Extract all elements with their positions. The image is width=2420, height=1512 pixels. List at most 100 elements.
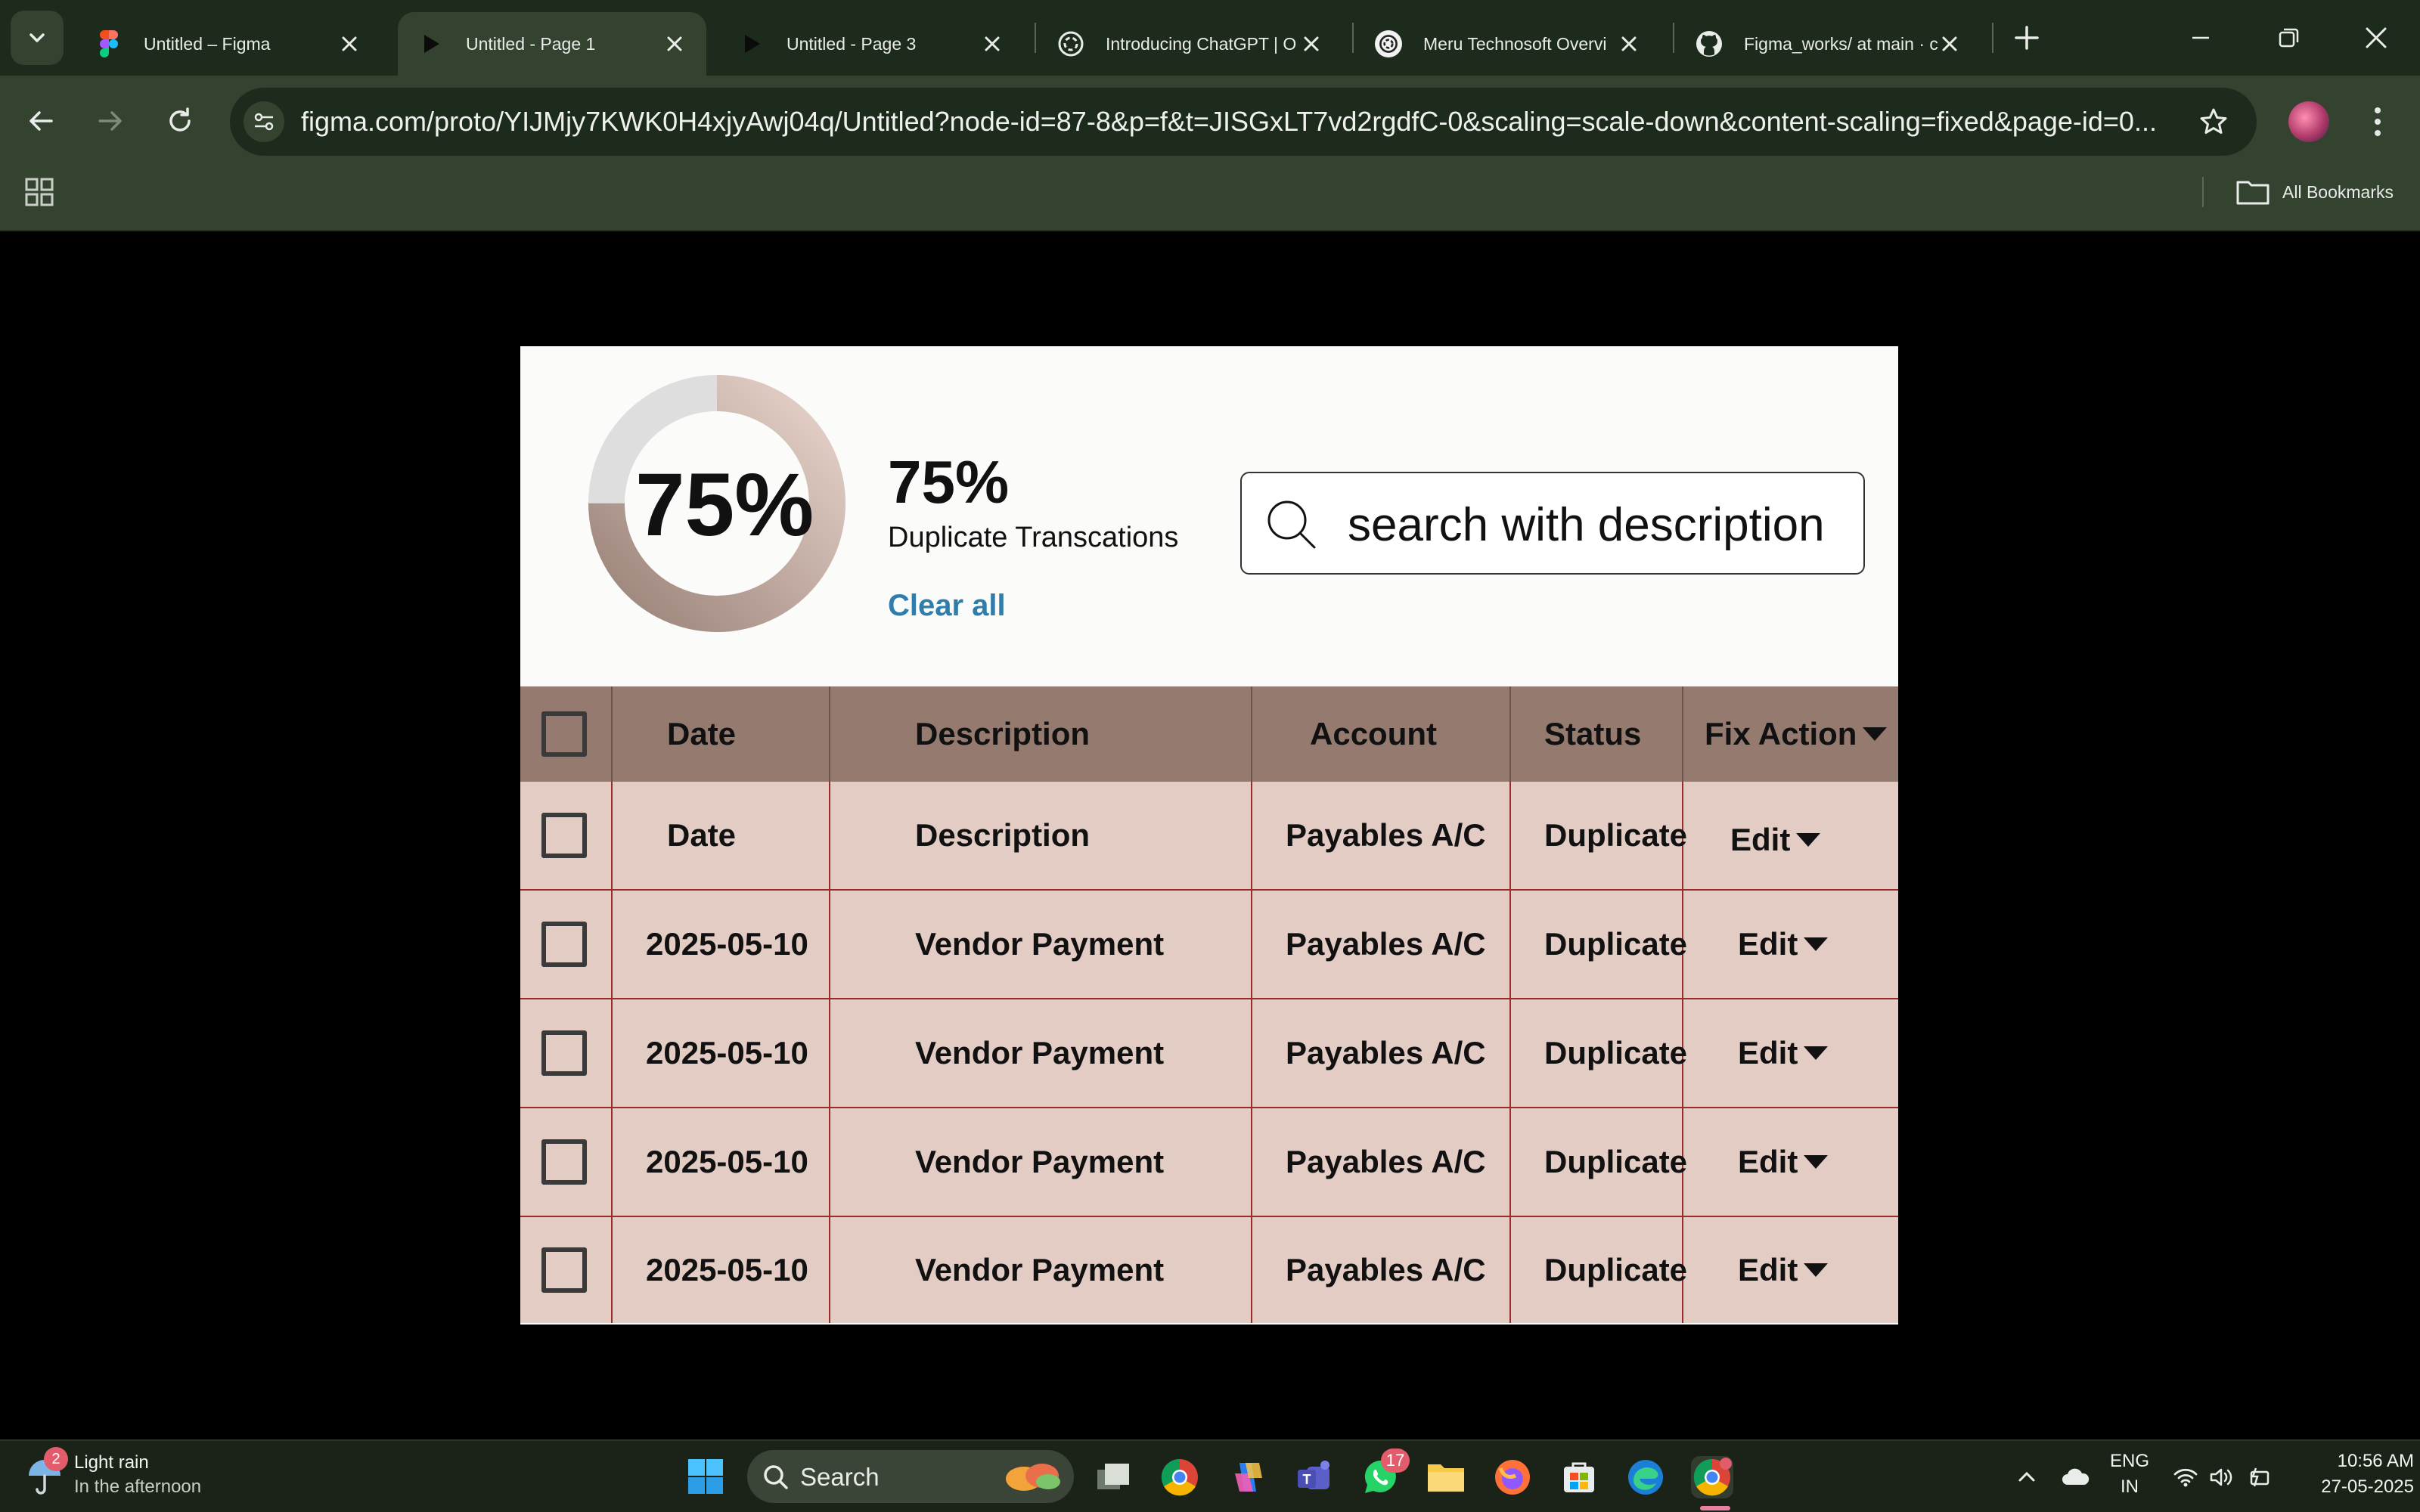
browser-menu-button[interactable] [2363, 101, 2393, 142]
cell-date: 2025-05-10 [613, 891, 830, 998]
site-info-button[interactable] [244, 101, 284, 142]
table-row: 2025-05-10 Vendor Payment Payables A/C Dupl… [520, 1217, 1898, 1323]
cell-description: Vendor Payment [830, 999, 1252, 1107]
chevron-up-icon [2018, 1471, 2035, 1482]
cell-account: Payables A/C [1252, 782, 1511, 889]
description-search[interactable] [1240, 472, 1865, 575]
tab-github[interactable]: Figma_works/ at main · c [1676, 12, 1981, 76]
tune-icon [254, 113, 274, 131]
close-icon[interactable] [1302, 35, 1320, 53]
reload-button[interactable] [159, 100, 201, 142]
close-icon[interactable] [1941, 35, 1959, 53]
clock-date[interactable]: 27-05-2025 [2285, 1476, 2414, 1498]
edit-dropdown[interactable]: Edit [1683, 782, 1898, 889]
taskbar-search[interactable]: Search [747, 1450, 1074, 1503]
row-checkbox[interactable] [541, 813, 587, 858]
table-row: 2025-05-10 Vendor Payment Payables A/C Dupl… [520, 891, 1898, 999]
row-checkbox[interactable] [541, 1139, 587, 1185]
row-checkbox[interactable] [541, 1247, 587, 1293]
task-view-icon [1097, 1464, 1129, 1489]
onedrive-tray[interactable] [2057, 1462, 2093, 1492]
weather-title[interactable]: Light rain [74, 1452, 149, 1474]
cell-status: Duplicate [1511, 999, 1687, 1107]
cell-status: Duplicate [1511, 891, 1687, 998]
taskbar-store[interactable] [1558, 1456, 1600, 1498]
cell-status: Duplicate [1511, 782, 1687, 889]
taskbar-file-explorer[interactable] [1425, 1456, 1467, 1498]
cell-account: Payables A/C [1252, 891, 1511, 998]
tab-page-3[interactable]: Untitled - Page 3 [718, 12, 1024, 76]
clear-all-link[interactable]: Clear all [888, 587, 1006, 624]
taskbar-chrome-active[interactable] [1691, 1456, 1733, 1498]
show-hidden-icons[interactable] [2012, 1462, 2042, 1492]
close-icon[interactable] [1620, 35, 1638, 53]
close-window-button[interactable] [2358, 20, 2394, 56]
taskbar-edge[interactable] [1624, 1456, 1667, 1498]
windows-start-icon[interactable] [687, 1458, 724, 1495]
close-icon[interactable] [340, 35, 358, 53]
new-tab-icon[interactable] [2012, 23, 2042, 53]
language-bottom[interactable]: IN [2107, 1476, 2152, 1498]
search-input[interactable] [1348, 488, 1863, 561]
bookmark-star-button[interactable] [2193, 101, 2234, 142]
clock-time[interactable]: 10:56 AM [2285, 1450, 2414, 1473]
cell-status: Duplicate [1511, 1108, 1687, 1216]
tab-figma[interactable]: Untitled – Figma [76, 12, 381, 76]
play-icon [738, 30, 765, 57]
edit-label: Edit [1738, 1144, 1798, 1179]
url-text[interactable]: figma.com/proto/YIJMjy7KWK0H4xjyAwj04q/U… [301, 104, 2169, 139]
cell-account: Payables A/C [1252, 1217, 1511, 1323]
row-checkbox-cell [520, 999, 613, 1107]
tab-search-button[interactable] [11, 11, 64, 65]
back-button[interactable] [20, 100, 62, 142]
tab-page-1[interactable]: Untitled - Page 1 [398, 12, 706, 76]
header-checkbox-cell [520, 686, 613, 782]
header-account[interactable]: Account [1252, 686, 1511, 782]
cell-description: Vendor Payment [830, 891, 1252, 998]
edit-dropdown[interactable]: Edit [1683, 999, 1898, 1107]
weather-subtitle[interactable]: In the afternoon [74, 1476, 201, 1498]
row-checkbox-cell [520, 1108, 613, 1216]
wifi-tray[interactable] [2170, 1462, 2201, 1492]
taskbar-firefox[interactable] [1491, 1456, 1534, 1498]
select-all-checkbox[interactable] [541, 711, 587, 757]
forward-button[interactable] [89, 100, 132, 142]
all-bookmarks-link[interactable]: All Bookmarks [2282, 180, 2394, 204]
header-description[interactable]: Description [830, 686, 1252, 782]
weather-badge: 2 [44, 1447, 68, 1471]
header-status[interactable]: Status [1511, 686, 1683, 782]
header-fix-action[interactable]: Fix Action [1683, 686, 1898, 782]
task-view-button[interactable] [1092, 1456, 1134, 1498]
restore-button[interactable] [2270, 20, 2307, 56]
edit-dropdown[interactable]: Edit [1683, 1108, 1898, 1216]
tab-meru[interactable]: Meru Technosoft Overvi [1355, 12, 1661, 76]
edit-label: Edit [1738, 1035, 1798, 1070]
minimize-button[interactable] [2183, 20, 2219, 56]
caret-down-icon [1796, 833, 1821, 847]
battery-tray[interactable] [2243, 1462, 2273, 1492]
edit-dropdown[interactable]: Edit [1683, 891, 1898, 998]
taskbar-chrome[interactable] [1159, 1456, 1201, 1498]
row-checkbox[interactable] [541, 1030, 587, 1076]
bookmarks-bar [0, 166, 2420, 231]
header-date[interactable]: Date [613, 686, 830, 782]
taskbar-copilot[interactable] [1227, 1456, 1269, 1498]
tab-title: Untitled - Page 1 [466, 33, 596, 54]
tab-separator [1035, 23, 1036, 53]
volume-tray[interactable] [2207, 1462, 2237, 1492]
apps-grid-icon[interactable] [24, 177, 54, 207]
taskbar-teams[interactable]: T [1293, 1456, 1336, 1498]
row-checkbox[interactable] [541, 922, 587, 967]
close-icon[interactable] [666, 35, 684, 53]
tab-chatgpt[interactable]: Introducing ChatGPT | O [1038, 12, 1343, 76]
play-icon [417, 30, 445, 57]
profile-avatar[interactable] [2288, 101, 2329, 142]
language-top[interactable]: ENG [2107, 1450, 2152, 1473]
teams-icon: T [1298, 1461, 1329, 1489]
table-header-row: Date Description Account Status Fix Acti… [520, 686, 1898, 782]
folder-icon[interactable] [2235, 178, 2270, 206]
edit-dropdown[interactable]: Edit [1683, 1217, 1898, 1323]
duplicate-label: Duplicate Transcations [888, 522, 1179, 553]
caret-down-icon [1804, 1155, 1829, 1169]
close-icon[interactable] [983, 35, 1001, 53]
